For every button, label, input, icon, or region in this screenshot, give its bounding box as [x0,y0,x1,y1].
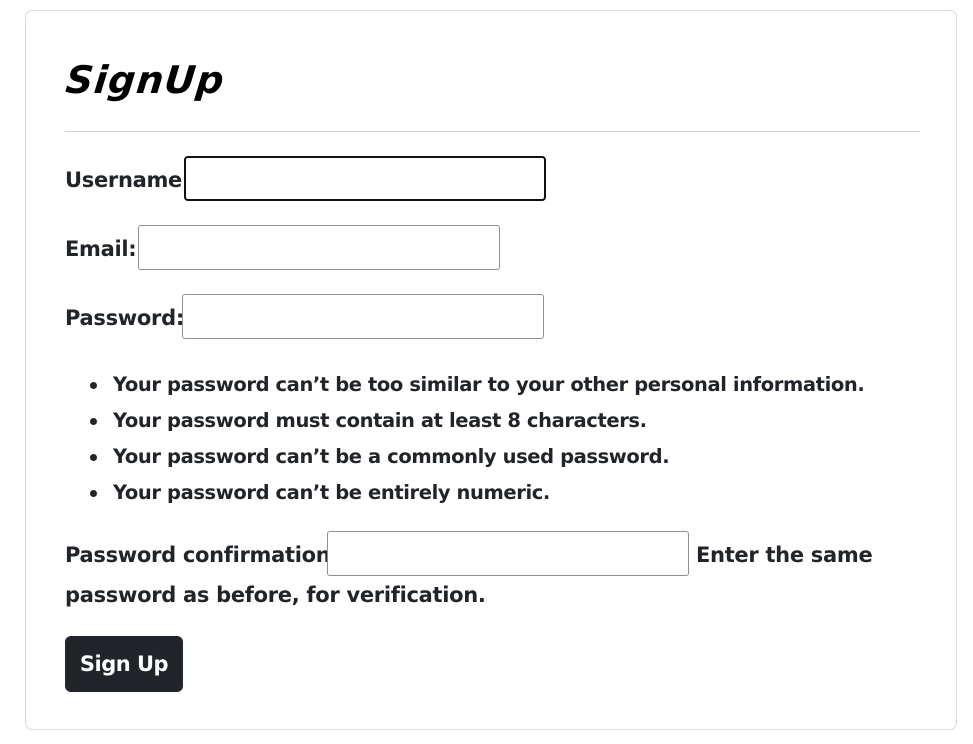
email-label: Email: [65,237,137,261]
password-confirmation-help-continued: password as before, for verification. [65,583,486,607]
password-rule: Your password must contain at least 8 ch… [66,403,864,439]
sign-up-button[interactable]: Sign Up [65,636,183,692]
bullet-icon [90,418,97,425]
password-confirmation-help: Enter the same [696,543,873,567]
bullet-icon [90,454,97,461]
title-divider [65,131,920,132]
password-confirmation-input[interactable] [327,531,689,576]
signup-card: SignUp Username: Email: Password: Your p… [25,10,957,730]
password-rule: Your password can’t be a commonly used p… [66,439,864,475]
bullet-icon [90,382,97,389]
password-label: Password: [65,306,184,330]
password-confirmation-label: Password confirmation: [65,543,339,567]
password-rule: Your password can’t be too similar to yo… [66,367,865,403]
bullet-icon [90,490,97,497]
password-rule: Your password can’t be entirely numeric. [66,475,864,511]
password-input[interactable] [182,294,544,339]
email-input[interactable] [138,225,500,270]
username-label: Username: [65,168,191,192]
username-input[interactable] [184,156,546,201]
password-rules-list: Your password can’t be too similar to yo… [66,367,865,511]
page-title: SignUp [63,58,228,102]
